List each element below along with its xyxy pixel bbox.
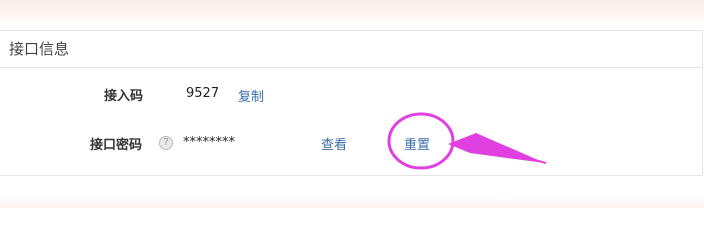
panel-title: 接口信息 [9,40,70,58]
help-icon[interactable]: ? [159,136,173,150]
reset-password-link[interactable]: 重置 [404,134,430,153]
footer-fade [0,196,704,208]
copy-access-code-link[interactable]: 复制 [238,86,264,105]
api-password-label: 接口密码 [90,138,143,153]
access-code-value: 9527 [186,86,220,101]
panel-header: 接口信息 [0,31,702,68]
view-password-link[interactable]: 查看 [321,134,347,153]
api-password-value: ******** [183,135,235,150]
page: 接口信息 接入码 9527 复制 接口密码 ? ******** 查看 重置 [0,0,704,208]
access-code-label: 接入码 [104,89,144,104]
top-fade [0,0,704,30]
